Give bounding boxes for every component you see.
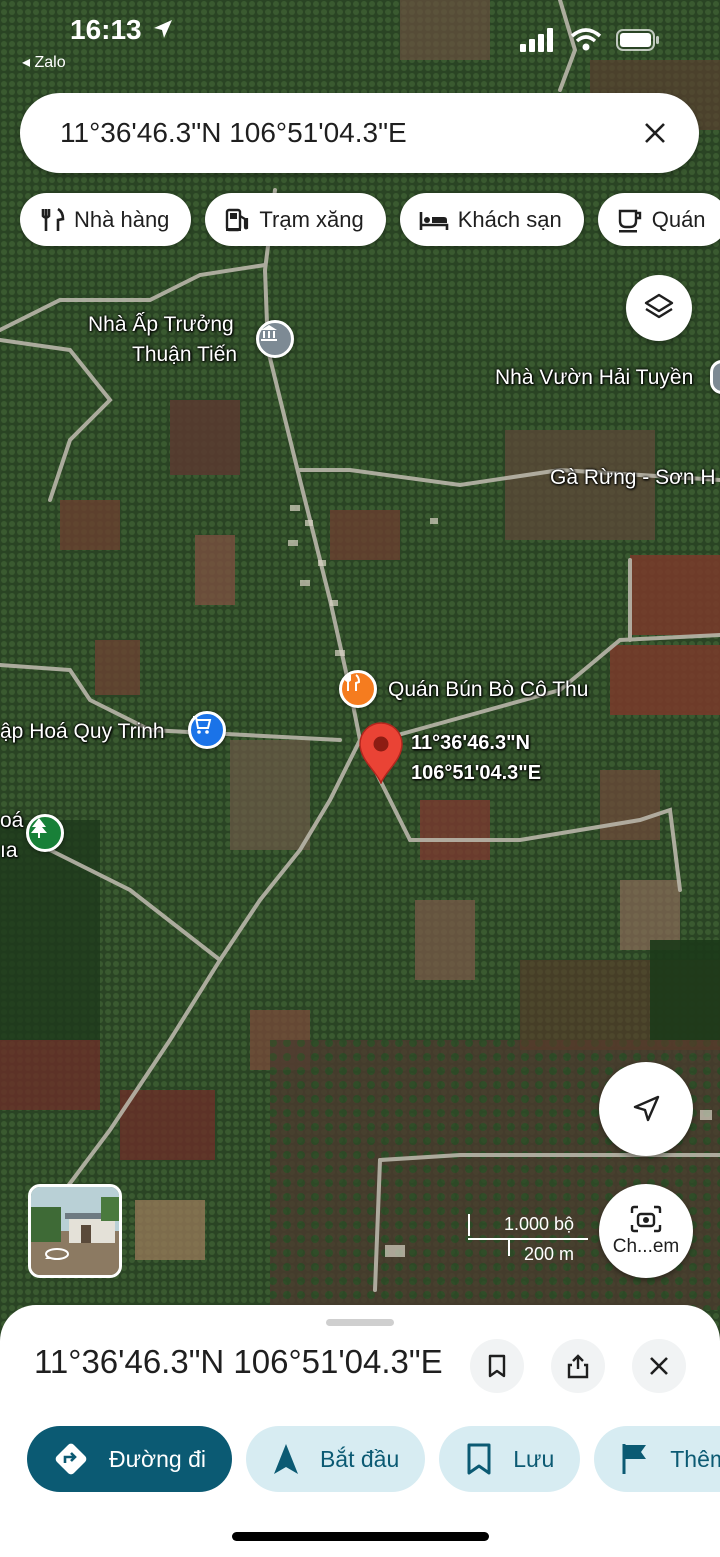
action-label: Lưu (513, 1445, 555, 1472)
map-label-ga-rung[interactable]: Gà Rừng - Sơn H (550, 463, 716, 493)
pin-latitude-label: 11°36'46.3"N (411, 732, 530, 754)
map-label-thuan-tien[interactable]: Thuận Tiến (132, 340, 237, 370)
chip-restaurants[interactable]: Nhà hàng (20, 193, 192, 246)
rotate-360-icon (43, 1246, 71, 1267)
my-location-button[interactable] (599, 1062, 693, 1156)
chip-hotels[interactable]: Khách sạn (399, 193, 584, 246)
restaurant-icon[interactable] (339, 670, 377, 708)
share-button[interactable] (551, 1339, 605, 1393)
coffee-cup-icon (618, 209, 641, 232)
navigation-arrow-icon (633, 1095, 660, 1122)
fork-knife-icon (41, 207, 65, 231)
scale-meters: 200 m (524, 1244, 575, 1264)
directions-icon (55, 1443, 87, 1475)
directions-button[interactable]: Đường đi (27, 1426, 232, 1492)
bookmark-icon (467, 1443, 491, 1475)
cellular-signal-icon (520, 28, 556, 57)
action-buttons: Đường đi Bắt đầu Lưu Thêm (27, 1426, 720, 1492)
chip-cafes[interactable]: Quán (597, 193, 720, 246)
chip-label: Nhà hàng (74, 206, 170, 232)
chip-label: Trạm xăng (259, 206, 364, 232)
map-label-nha-ap-truong[interactable]: Nhà Ấp Trưởng (88, 310, 234, 340)
search-bar[interactable]: 11°36'46.3"N 106°51'04.3"E (20, 93, 699, 173)
action-label: Đường đi (109, 1445, 206, 1472)
home-indicator[interactable] (232, 1532, 489, 1541)
close-sheet-button[interactable] (632, 1339, 686, 1393)
action-label: Bắt đầu (319, 1445, 400, 1472)
search-query[interactable]: 11°36'46.3"N 106°51'04.3"E (60, 117, 635, 149)
layers-icon (644, 293, 674, 319)
category-chips: Nhà hàng Trạm xăng Khách sạn Quán (20, 193, 720, 246)
status-time: 16:13 (70, 14, 142, 45)
chip-gas-stations[interactable]: Trạm xăng (205, 193, 386, 246)
scale-feet: 1.000 bộ (504, 1214, 575, 1234)
place-marker-icon[interactable] (710, 360, 720, 394)
close-icon (645, 123, 665, 143)
place-title: 11°36'46.3"N 106°51'04.3"E (34, 1343, 443, 1380)
shopping-cart-icon[interactable] (188, 711, 226, 749)
camera-search-button[interactable]: Ch...em (599, 1184, 693, 1278)
back-to-app-link[interactable]: ◂ Zalo (22, 52, 66, 72)
wifi-icon (570, 28, 602, 57)
map-label-quan-bun-bo[interactable]: Quán Bún Bò Cô Thu (388, 675, 588, 705)
gas-pump-icon (226, 208, 249, 231)
add-more-button[interactable]: Thêm (594, 1426, 720, 1492)
park-tree-icon[interactable] (26, 814, 64, 852)
map-label-partial-1[interactable]: oá (0, 806, 23, 836)
place-bottom-sheet: 11°36'46.3"N 106°51'04.3"E Đường đi Bắt … (0, 1305, 720, 1557)
camera-scan-icon (630, 1205, 662, 1233)
location-pin-icon[interactable] (358, 722, 404, 784)
status-bar: 16:13 ◂ Zalo (0, 0, 720, 80)
action-label: Thêm (670, 1445, 720, 1472)
share-icon (567, 1354, 589, 1379)
sheet-drag-handle[interactable] (326, 1319, 394, 1326)
map-label-partial-2[interactable]: ıa (0, 836, 18, 866)
start-navigation-button[interactable]: Bắt đầu (245, 1426, 426, 1492)
map-label-nha-vuon[interactable]: Nhà Vườn Hải Tuyền (495, 363, 693, 393)
camera-button-label: Ch...em (612, 1236, 680, 1257)
map-label-tap-hoa[interactable]: ập Hoá Quy Trinh (0, 717, 165, 747)
clear-search-button[interactable] (635, 113, 675, 153)
chip-label: Quán (651, 206, 706, 232)
battery-icon (616, 28, 660, 57)
location-arrow-icon (152, 18, 174, 45)
bookmark-icon (488, 1354, 506, 1378)
bed-icon (419, 211, 449, 230)
street-view-thumbnail[interactable] (28, 1184, 122, 1278)
close-icon (650, 1357, 668, 1375)
flag-icon (622, 1444, 647, 1474)
save-button[interactable]: Lưu (439, 1426, 581, 1492)
map-layers-button[interactable] (626, 275, 692, 341)
government-building-icon[interactable] (256, 320, 294, 358)
pin-longitude-label: 106°51'04.3"E (411, 762, 542, 784)
navigation-arrow-icon (273, 1444, 298, 1474)
chip-label: Khách sạn (457, 206, 562, 232)
save-bookmark-button[interactable] (470, 1339, 524, 1393)
